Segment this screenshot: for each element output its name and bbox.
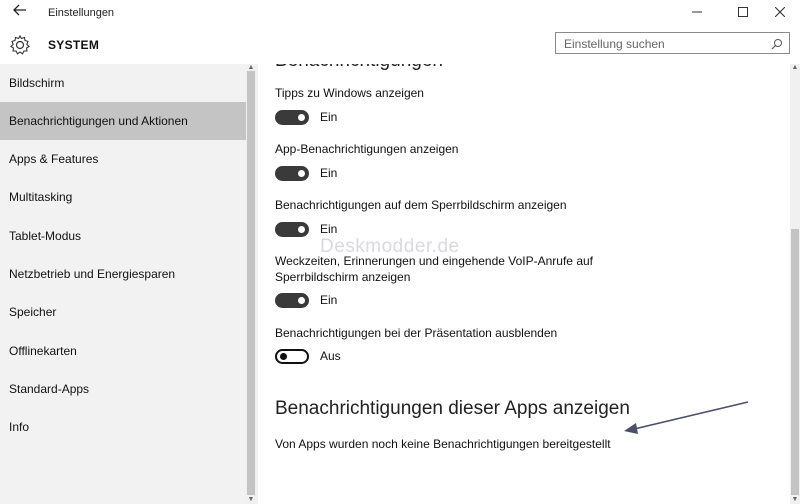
content-scroll-thumb[interactable] <box>791 229 799 495</box>
scroll-down-arrow-icon[interactable]: ▼ <box>246 496 256 504</box>
scroll-up-arrow-icon[interactable]: ▲ <box>246 64 256 72</box>
setting-label-tipps: Tipps zu Windows anzeigen <box>275 86 424 100</box>
setting-label-praesentation: Benachrichtigungen bei der Präsentation … <box>275 326 558 340</box>
section-heading: Benachrichtigungen <box>275 64 443 72</box>
back-arrow-icon[interactable] <box>10 3 30 23</box>
search-icon[interactable] <box>771 37 783 50</box>
toggle-knob <box>298 170 305 177</box>
sidebar-scroll-thumb[interactable] <box>247 71 255 495</box>
toggle-knob <box>280 353 287 360</box>
window-title: Einstellungen <box>48 7 115 19</box>
gear-icon <box>9 34 31 56</box>
content-scroll-up-arrow-icon[interactable]: ▲ <box>790 64 800 72</box>
setting-label-weckzeiten-line2: Sperrbildschirm anzeigen <box>275 270 411 284</box>
sidebar-item-standard-apps[interactable]: Standard-Apps <box>0 370 246 408</box>
search-placeholder: Einstellung suchen <box>564 37 665 51</box>
sidebar-item-tablet-modus[interactable]: Tablet-Modus <box>0 217 246 255</box>
sidebar-item-apps-features[interactable]: Apps & Features <box>0 140 246 178</box>
sidebar-item-info[interactable]: Info <box>0 408 246 446</box>
toggle-knob <box>298 114 305 121</box>
sidebar-item-netzbetrieb[interactable]: Netzbetrieb und Energiesparen <box>0 255 246 293</box>
toggle-state-app-benachrichtigungen: Ein <box>320 166 338 180</box>
toggle-state-sperrbildschirm: Ein <box>320 222 338 236</box>
sidebar-item-bildschirm[interactable]: Bildschirm <box>0 64 246 102</box>
maximize-button[interactable] <box>728 0 758 26</box>
page-title: SYSTEM <box>48 38 100 52</box>
toggle-tipps[interactable] <box>275 110 309 125</box>
minimize-button[interactable] <box>682 0 712 26</box>
toggle-knob <box>298 226 305 233</box>
toggle-praesentation[interactable] <box>275 349 309 364</box>
content-pane: Benachrichtigungen Tipps zu Windows anze… <box>258 64 790 504</box>
toggle-weckzeiten[interactable] <box>275 293 309 308</box>
sidebar: Bildschirm Benachrichtigungen und Aktion… <box>0 64 258 504</box>
close-button[interactable] <box>765 0 795 26</box>
apps-note: Von Apps wurden noch keine Benachrichtig… <box>275 437 611 451</box>
sidebar-item-offlinekarten[interactable]: Offlinekarten <box>0 332 246 370</box>
apps-heading: Benachrichtigungen dieser Apps anzeigen <box>275 398 630 419</box>
toggle-app-benachrichtigungen[interactable] <box>275 166 309 181</box>
toggle-state-tipps: Ein <box>320 110 338 124</box>
content-scroll-down-arrow-icon[interactable]: ▼ <box>790 496 800 504</box>
watermark-text: Deskmodder.de <box>320 236 460 257</box>
sidebar-item-multitasking[interactable]: Multitasking <box>0 178 246 216</box>
title-bar: Einstellungen <box>0 0 800 26</box>
toggle-sperrbildschirm[interactable] <box>275 222 309 237</box>
setting-label-app-benachrichtigungen: App-Benachrichtigungen anzeigen <box>275 142 459 156</box>
toggle-state-weckzeiten: Ein <box>320 293 338 307</box>
search-input[interactable]: Einstellung suchen <box>555 32 790 54</box>
sidebar-item-speicher[interactable]: Speicher <box>0 293 246 331</box>
settings-header: SYSTEM Einstellung suchen <box>0 26 800 64</box>
toggle-knob <box>298 297 305 304</box>
toggle-state-praesentation: Aus <box>320 349 341 363</box>
sidebar-item-benachrichtigungen[interactable]: Benachrichtigungen und Aktionen <box>0 102 246 140</box>
setting-label-sperrbildschirm: Benachrichtigungen auf dem Sperrbildschi… <box>275 198 567 212</box>
